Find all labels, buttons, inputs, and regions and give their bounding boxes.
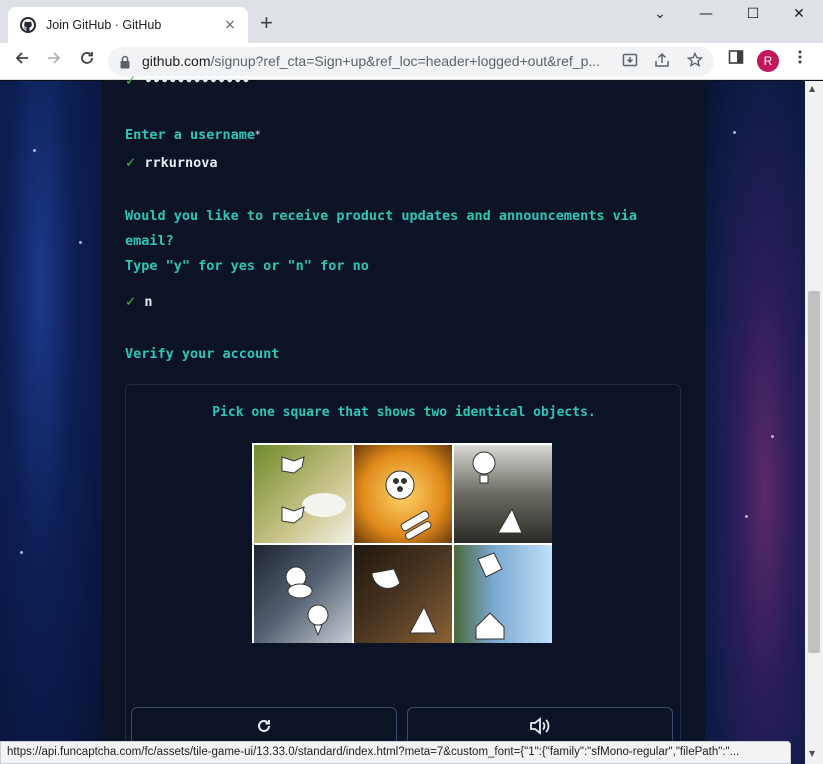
background-star	[79, 241, 82, 244]
address-bar[interactable]: github.com/signup?ref_cta=Sign+up&ref_lo…	[108, 47, 714, 76]
captcha-grid	[252, 443, 552, 643]
captcha-frame: Pick one square that shows two identical…	[125, 384, 681, 764]
username-value: rrkurnova	[144, 155, 218, 171]
refresh-icon	[258, 719, 270, 732]
url-path: /signup?ref_cta=Sign+up&ref_loc=header+l…	[210, 53, 601, 69]
check-icon: ✓	[125, 73, 137, 89]
minimize-button[interactable]: —	[683, 6, 729, 22]
lock-icon[interactable]	[120, 54, 130, 69]
new-tab-button[interactable]: +	[260, 12, 273, 34]
updates-row: ✓ n	[125, 294, 152, 310]
background-right	[705, 81, 805, 764]
palette-icon	[385, 470, 415, 500]
share-icon[interactable]	[654, 52, 670, 72]
background-star	[771, 435, 774, 438]
background-left	[0, 81, 102, 764]
background-star	[33, 149, 36, 152]
browser-tab[interactable]: Join GitHub · GitHub ×	[8, 7, 248, 43]
captcha-tile-3[interactable]	[454, 445, 552, 543]
tab-search-icon[interactable]: ⌄	[637, 6, 683, 22]
background-star	[745, 515, 748, 518]
url-host: github.com	[142, 53, 211, 69]
back-arrow-icon[interactable]	[10, 49, 34, 72]
updates-prompt: Would you like to receive product update…	[125, 204, 637, 279]
captcha-tile-4[interactable]	[254, 545, 352, 643]
captcha-question: Pick one square that shows two identical…	[212, 405, 596, 420]
audio-icon	[530, 717, 550, 735]
close-window-button[interactable]: ✕	[776, 6, 822, 22]
scroll-thumb[interactable]	[808, 291, 820, 653]
install-app-icon[interactable]	[622, 52, 638, 72]
check-icon: ✓	[125, 155, 137, 171]
updates-prompt-line3: Type "y" for yes or "n" for no	[125, 258, 369, 274]
tab-title: Join GitHub · GitHub	[46, 18, 162, 32]
scroll-down-arrow-icon[interactable]: ▼	[809, 749, 815, 758]
username-prompt-text: Enter a username	[125, 127, 256, 143]
captcha-refresh-button[interactable]	[131, 707, 397, 745]
background-star	[20, 551, 23, 554]
updates-value: n	[144, 294, 153, 310]
updates-prompt-line1: Would you like to receive product update…	[125, 208, 638, 224]
browser-titlebar: Join GitHub · GitHub × + ⌄ — ☐ ✕	[0, 0, 823, 43]
reload-icon[interactable]	[75, 49, 99, 72]
captcha-tile-6[interactable]	[454, 545, 552, 643]
username-row: ✓ rrkurnova	[125, 155, 217, 171]
updates-prompt-line2: email?	[125, 233, 174, 249]
required-asterisk: *	[255, 130, 261, 140]
maximize-button[interactable]: ☐	[730, 6, 776, 22]
scroll-up-arrow-icon[interactable]: ▲	[809, 84, 815, 93]
bookmark-star-icon[interactable]	[686, 51, 704, 72]
captcha-tile-1[interactable]	[254, 445, 352, 543]
link-status-bar: https://api.funcaptcha.com/fc/assets/til…	[0, 741, 791, 764]
page-scrollbar[interactable]: ▲ ▼	[805, 81, 823, 764]
username-prompt: Enter a username*	[125, 123, 260, 148]
background-star	[733, 131, 736, 134]
tab-close-icon[interactable]: ×	[222, 17, 238, 33]
captcha-audio-button[interactable]	[407, 707, 673, 745]
menu-kebab-icon[interactable]	[788, 49, 812, 70]
password-value: •••••••••••••	[144, 73, 250, 89]
captcha-tile-2[interactable]	[354, 445, 452, 543]
browser-toolbar: github.com/signup?ref_cta=Sign+up&ref_lo…	[0, 43, 823, 80]
check-icon: ✓	[125, 294, 137, 310]
forward-arrow-icon[interactable]	[42, 49, 66, 72]
url-text[interactable]: github.com/signup?ref_cta=Sign+up&ref_lo…	[142, 53, 612, 69]
verify-prompt: Verify your account	[125, 346, 280, 362]
password-row: ✓ •••••••••••••	[125, 73, 250, 89]
github-favicon-icon	[20, 17, 36, 33]
profile-avatar[interactable]: R	[757, 50, 779, 72]
captcha-tile-5[interactable]	[354, 545, 452, 643]
side-panel-icon[interactable]	[724, 49, 748, 70]
